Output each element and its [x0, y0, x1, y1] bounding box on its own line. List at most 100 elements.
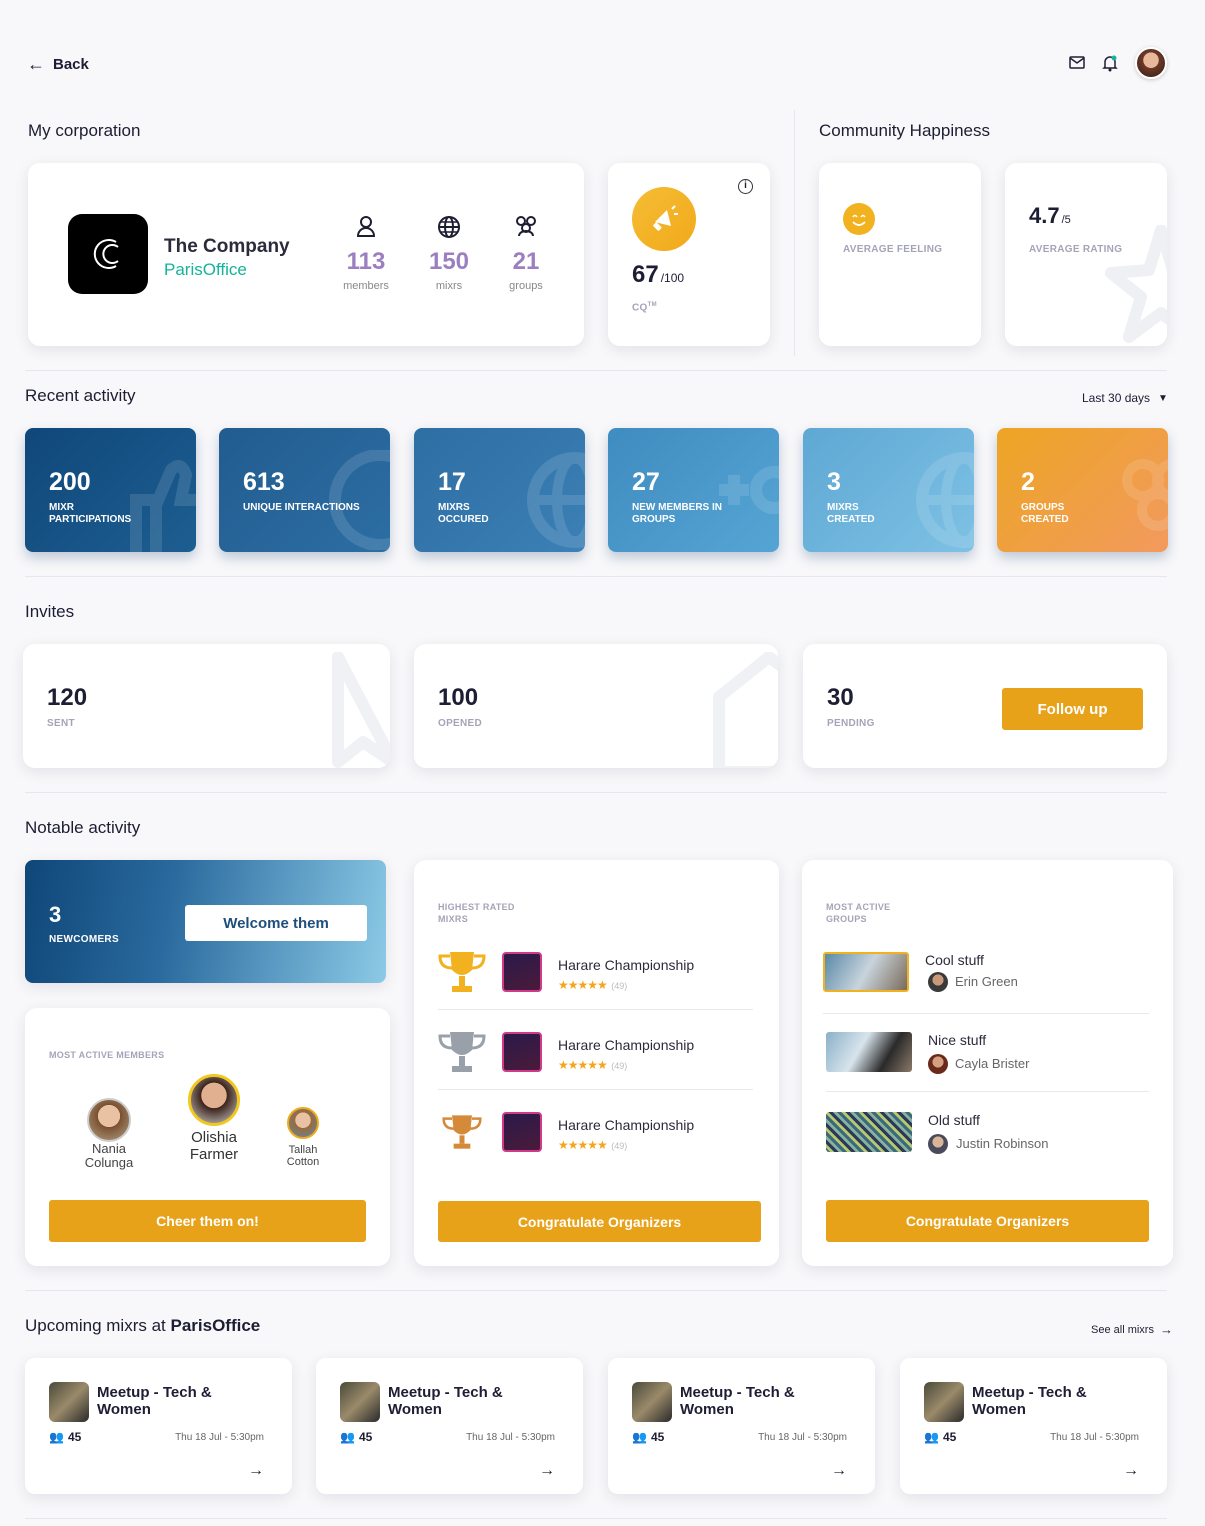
newcomers-value: 3	[49, 902, 62, 927]
stat-mixrs: 150 mixrs	[419, 215, 479, 292]
caret-down-icon: ▼	[1158, 392, 1168, 404]
mixr-poster	[502, 1112, 542, 1152]
mixr-attendees: 45	[67, 1430, 82, 1444]
company-card: The Company ParisOffice 113 members 150 …	[28, 163, 584, 346]
member-last-name: Cotton	[286, 1156, 320, 1168]
opened-value: 100	[438, 684, 479, 711]
rating-value: 4.7	[1029, 203, 1060, 228]
mixr-thumbnail	[924, 1382, 964, 1422]
range-dropdown[interactable]: Last 30 days ▼	[1082, 391, 1168, 405]
globe-watermark-icon	[916, 452, 974, 548]
cheer-button[interactable]: Cheer them on!	[49, 1200, 366, 1242]
stat-members: 113 members	[336, 215, 396, 292]
owner-name: Erin Green	[955, 974, 1018, 989]
review-count: (49)	[611, 981, 628, 991]
mixr-title: Meetup - Tech & Women	[97, 1384, 212, 1418]
mixr-card[interactable]: Meetup - Tech & Women 👥 45 Thu 18 Jul - 5…	[316, 1358, 583, 1494]
bronze-trophy-icon	[442, 1115, 482, 1149]
cq-card: i 67 /100 CQTM	[608, 163, 770, 346]
mixr-card[interactable]: Meetup - Tech & Women 👥 45 Thu 18 Jul - 5…	[25, 1358, 292, 1494]
divider	[25, 792, 1167, 793]
member-last-name: Farmer	[189, 1146, 239, 1163]
recent-title: Recent activity	[25, 386, 136, 405]
cq-max: /100	[660, 271, 685, 285]
tile-participations[interactable]: 200 MIXR PARTICIPATIONS	[25, 428, 196, 552]
see-all-mixrs-link[interactable]: See all mixrs →	[1091, 1322, 1173, 1337]
avatar[interactable]	[1135, 47, 1167, 79]
invites-pending-card: 30 PENDING Follow up	[803, 644, 1167, 768]
cq-value: 67	[632, 261, 659, 288]
rated-label-2: MIXRS	[438, 914, 469, 924]
arrow-right-icon: →	[1159, 1322, 1173, 1337]
mixr-card[interactable]: Meetup - Tech & Women 👥 45 Thu 18 Jul - 5…	[608, 1358, 875, 1494]
group-name: Nice stuff	[928, 1032, 987, 1048]
mail-icon[interactable]	[1069, 56, 1085, 74]
rated-row[interactable]: Harare Championship ★★★★★ (49)	[438, 948, 753, 1010]
arrow-right-icon[interactable]: →	[248, 1462, 264, 1480]
stat-groups: 21 groups	[496, 215, 556, 292]
members-label: MOST ACTIVE MEMBERS	[49, 1050, 165, 1060]
divider	[25, 1290, 1167, 1291]
member-avatar[interactable]	[87, 1098, 131, 1142]
megaphone-icon	[632, 187, 696, 251]
notable-title: Notable activity	[25, 818, 141, 837]
info-icon[interactable]: i	[738, 179, 753, 194]
open-envelope-icon	[713, 652, 778, 768]
mixr-card[interactable]: Meetup - Tech & Women 👥 45 Thu 18 Jul - 5…	[900, 1358, 1167, 1494]
mixr-title: Meetup - Tech & Women	[680, 1384, 795, 1418]
back-button[interactable]: ← Back	[27, 54, 89, 75]
invites-sent-card: 120 SENT	[23, 644, 390, 768]
groups-label-2: GROUPS	[826, 914, 867, 924]
company-logo	[68, 214, 148, 294]
group-name: Old stuff	[928, 1112, 980, 1128]
bell-icon[interactable]	[1102, 55, 1118, 77]
mixr-attendees: 45	[942, 1430, 957, 1444]
mixr-thumbnail	[340, 1382, 380, 1422]
arrow-right-icon[interactable]: →	[539, 1462, 555, 1480]
mixr-date: Thu 18 Jul - 5:30pm	[466, 1432, 555, 1443]
mixr-title: Meetup - Tech & Women	[972, 1384, 1087, 1418]
tile-groups-created[interactable]: 2 GROUPS CREATED	[997, 428, 1168, 552]
group-row[interactable]: Nice stuff Cayla Brister	[826, 1032, 1149, 1092]
member-first-name: Nania	[92, 1141, 126, 1156]
tile-new-members[interactable]: 27 NEW MEMBERS IN GROUPS	[608, 428, 779, 552]
group-image	[826, 1032, 912, 1072]
follow-up-button[interactable]: Follow up	[1002, 688, 1143, 730]
rated-row[interactable]: Harare Championship ★★★★★ (49)	[438, 1028, 753, 1090]
tile-interactions[interactable]: 613 UNIQUE INTERACTIONS	[219, 428, 390, 552]
globe-watermark-icon	[527, 452, 585, 548]
owner-avatar	[928, 1134, 948, 1154]
tile-mixrs-occured[interactable]: 17 MIXRS OCCURED	[414, 428, 585, 552]
congratulate-organizers-button[interactable]: Congratulate Organizers	[438, 1201, 761, 1242]
group-name: Cool stuff	[925, 952, 984, 968]
mixr-title: Meetup - Tech & Women	[388, 1384, 503, 1418]
group-row[interactable]: Old stuff Justin Robinson	[826, 1112, 1149, 1162]
tile-mixrs-created[interactable]: 3 MIXRS CREATED	[803, 428, 974, 552]
arrow-right-icon[interactable]: →	[1123, 1462, 1139, 1480]
member-avatar[interactable]	[188, 1074, 240, 1126]
groups-label-1: MOST ACTIVE	[826, 902, 891, 912]
invites-opened-card: 100 OPENED	[414, 644, 778, 768]
group-icon: 👥	[49, 1430, 64, 1444]
company-name: The Company	[164, 236, 290, 257]
highest-rated-card: HIGHEST RATED MIXRS Harare Championship …	[414, 860, 779, 1266]
review-count: (49)	[611, 1061, 628, 1071]
pending-value: 30	[827, 684, 854, 711]
mixr-poster	[502, 1032, 542, 1072]
group-watermark-icon	[1122, 459, 1168, 531]
congratulate-organizers-button[interactable]: Congratulate Organizers	[826, 1200, 1149, 1242]
mixr-name: Harare Championship	[558, 957, 695, 973]
newcomers-label: NEWCOMERS	[49, 934, 119, 945]
arrow-right-icon[interactable]: →	[831, 1462, 847, 1480]
group-icon: 👥	[924, 1430, 939, 1444]
welcome-button[interactable]: Welcome them	[185, 905, 367, 941]
mixr-name: Harare Championship	[558, 1117, 695, 1133]
mixr-attendees: 45	[358, 1430, 373, 1444]
star-watermark-icon	[1101, 224, 1167, 346]
rated-label-1: HIGHEST RATED	[438, 902, 515, 912]
invites-title: Invites	[25, 602, 75, 621]
member-avatar[interactable]	[287, 1107, 319, 1139]
group-row[interactable]: Cool stuff Erin Green	[823, 952, 1149, 1014]
rated-row[interactable]: Harare Championship ★★★★★ (49)	[438, 1108, 753, 1158]
mixr-attendees: 45	[650, 1430, 665, 1444]
